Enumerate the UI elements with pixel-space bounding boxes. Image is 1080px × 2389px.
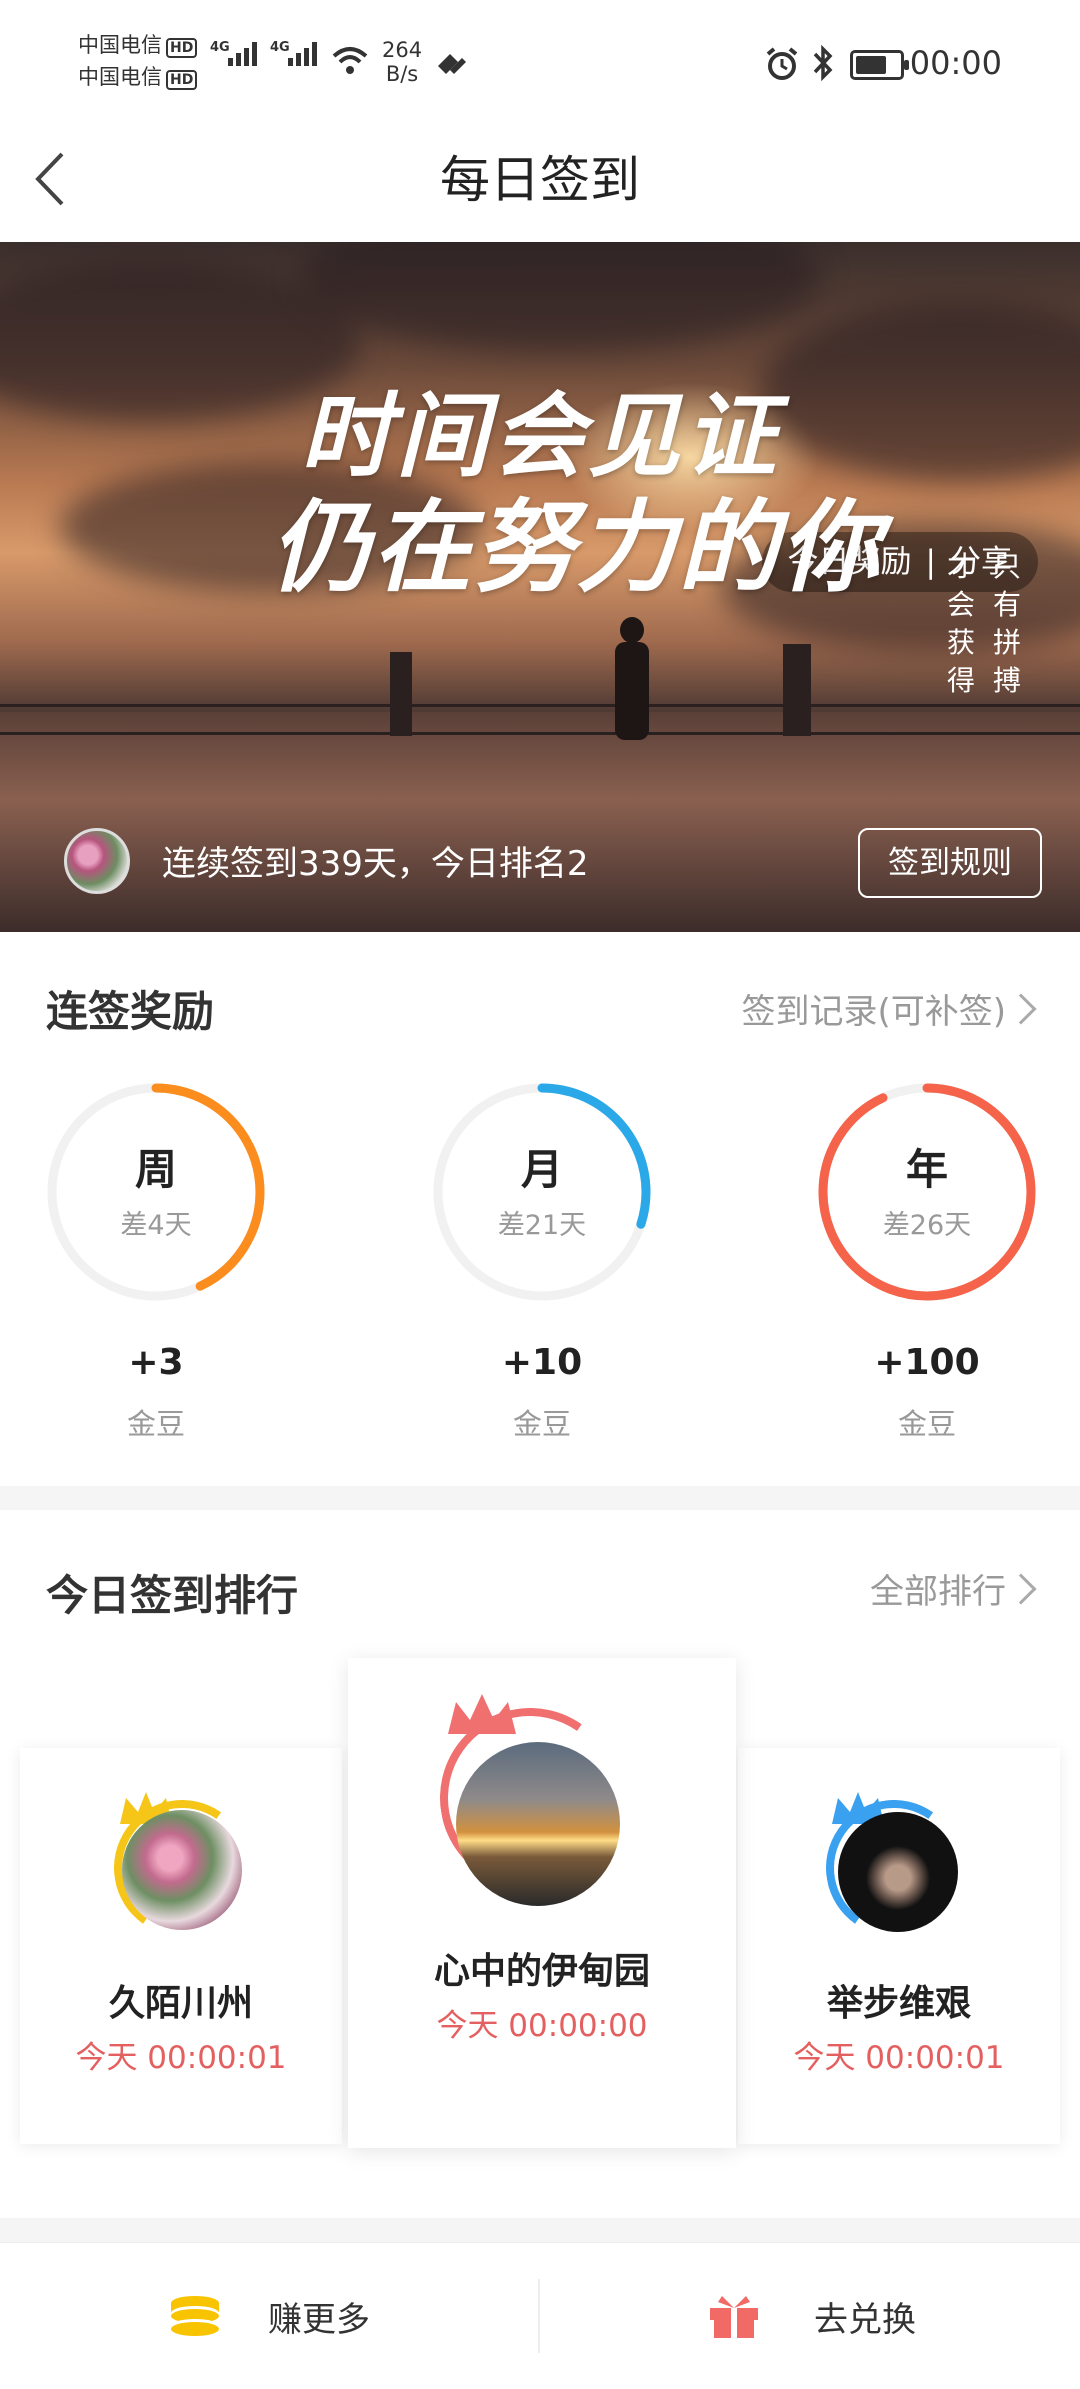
bonus-amount: +100 [874, 1342, 980, 1383]
vertical-text-2: 才会获得 [946, 550, 975, 697]
rank-name: 心中的伊甸园 [433, 1951, 650, 1992]
earn-more-label: 赚更多 [268, 2299, 370, 2340]
rank-card-3[interactable]: 举步维艰 今天 00:00:01 [738, 1748, 1060, 2144]
coin-stack-icon [171, 2296, 219, 2336]
carrier-2: 中国电信 HD [78, 64, 198, 90]
period-label: 周 [134, 1145, 177, 1194]
signal-icon [228, 42, 257, 66]
walking-person [615, 642, 649, 740]
bottom-divider [538, 2279, 540, 2353]
sign-rules-button[interactable]: 签到规则 [858, 828, 1042, 898]
nav-bar: 每日签到 [0, 130, 1080, 242]
redeem-button[interactable]: 去兑换 [708, 2243, 916, 2389]
bonus-amount: +3 [128, 1342, 184, 1383]
rank-avatar [456, 1742, 620, 1906]
bonus-unit: 金豆 [126, 1407, 185, 1441]
rank-time: 今天 00:00:00 [436, 2008, 648, 2044]
rank-avatar [838, 1812, 958, 1932]
reward-bonus: +3 金豆 [44, 1342, 268, 1443]
cloud [300, 242, 820, 352]
earn-more-button[interactable]: 赚更多 [168, 2243, 370, 2389]
rank-avatar [122, 1810, 242, 1930]
redeem-label: 去兑换 [814, 2299, 916, 2340]
signal-icon-2 [288, 42, 317, 66]
network-type-1: 4G [210, 40, 230, 55]
sign-record-link[interactable]: 签到记录(可补签) [741, 984, 1006, 1033]
clock: 00:00 [909, 44, 1002, 82]
crown-icon [448, 1694, 516, 1734]
wifi-icon [332, 47, 368, 74]
ring-label: 周差4天 [44, 1080, 268, 1242]
person-head [620, 617, 644, 643]
rank-card-2[interactable]: 久陌川州 今天 00:00:01 [20, 1748, 342, 2144]
rank-time: 今天 00:00:01 [75, 2040, 287, 2076]
section-divider [0, 1486, 1080, 1510]
railing [0, 704, 1080, 707]
rank-name: 久陌川州 [108, 1983, 253, 2024]
ranking-title: 今日签到排行 [46, 1571, 299, 1620]
battery-icon [850, 50, 909, 80]
data-saver-icon [438, 54, 466, 74]
rank-card-1[interactable]: 心中的伊甸园 今天 00:00:00 [348, 1658, 736, 2148]
reward-bonus: +10 金豆 [430, 1342, 654, 1443]
ring-label: 月差21天 [430, 1080, 654, 1242]
sign-in-banner: 今日奖励 | 分享 时间会见证 仍在努力的你 只有拼搏 才会获得 连续签到339… [0, 242, 1080, 932]
vertical-text-1: 只有拼搏 [992, 550, 1021, 697]
status-bar: 中国电信 HD 中国电信 HD 4G 4G 264 B/s 00:00 [0, 0, 1080, 130]
chevron-right-icon[interactable] [1005, 1573, 1037, 1605]
bonus-unit: 金豆 [512, 1407, 571, 1441]
bluetooth-icon [813, 44, 833, 82]
section-divider [0, 2218, 1080, 2242]
alarm-icon [766, 47, 798, 80]
user-avatar[interactable] [64, 828, 130, 894]
rewards-title: 连签奖励 [46, 987, 215, 1036]
pier-post [390, 652, 412, 736]
streak-text: 连续签到339天，今日排名2 [162, 844, 589, 884]
gift-icon [710, 2296, 758, 2338]
chevron-right-icon[interactable] [1005, 993, 1037, 1025]
all-ranking-link[interactable]: 全部排行 [870, 1564, 1006, 1613]
pier-deck [0, 712, 1080, 932]
network-speed: 264 B/s [382, 38, 423, 86]
bonus-amount: +10 [501, 1342, 583, 1383]
pier-post [783, 644, 811, 736]
carrier-1: 中国电信 HD [78, 32, 198, 58]
rank-name: 举步维艰 [826, 1983, 971, 2024]
remaining-days: 差4天 [120, 1210, 192, 1241]
reward-bonus: +100 金豆 [815, 1342, 1039, 1443]
railing [0, 732, 1080, 735]
bonus-unit: 金豆 [897, 1407, 956, 1441]
bottom-action-bar: 赚更多 去兑换 [0, 2242, 1080, 2388]
ring-label: 年差26天 [815, 1080, 1039, 1242]
period-label: 年 [905, 1145, 948, 1194]
slogan-line-2: 仍在努力的你 [270, 488, 882, 606]
rank-time: 今天 00:00:01 [793, 2040, 1005, 2076]
remaining-days: 差21天 [497, 1210, 587, 1241]
network-type-2: 4G [270, 40, 290, 55]
page-title: 每日签到 [440, 151, 640, 209]
remaining-days: 差26天 [882, 1210, 972, 1241]
pill-separator: | [925, 544, 936, 580]
period-label: 月 [520, 1145, 563, 1194]
